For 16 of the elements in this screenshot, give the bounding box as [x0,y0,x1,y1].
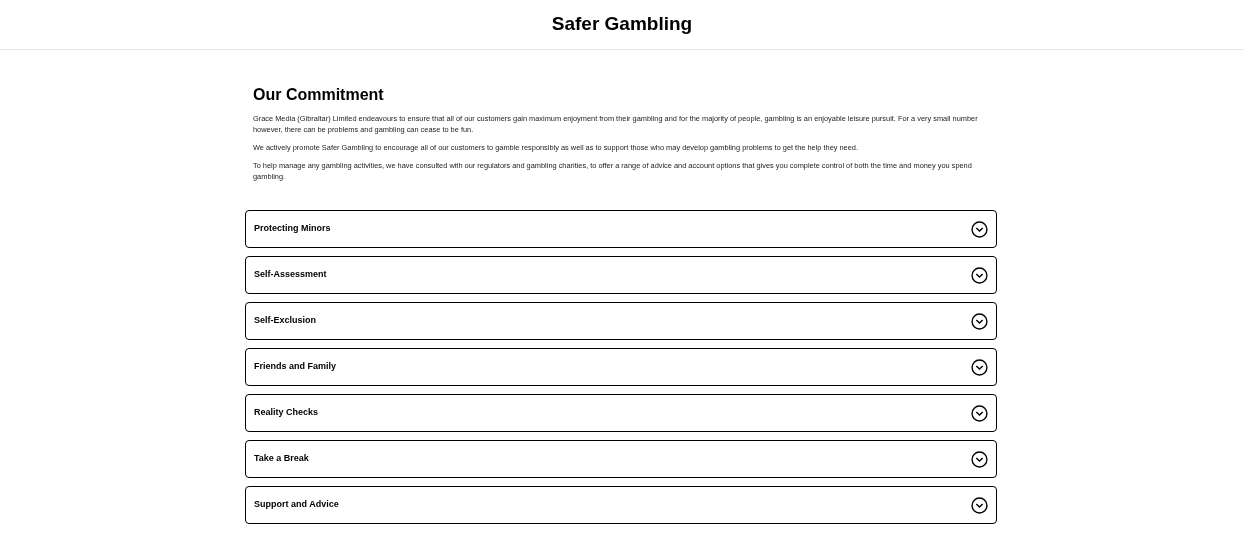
accordion-item[interactable]: Friends and Family [245,348,997,386]
chevron-icon [971,496,988,514]
chevron-icon [971,220,988,238]
accordion-item[interactable]: Reality Checks [245,394,997,432]
accordion-item[interactable]: Support and Advice [245,486,997,524]
chevron-icon [971,266,988,284]
section-heading: Our Commitment [253,85,385,105]
accordion-item[interactable]: Protecting Minors [245,210,997,248]
accordion-item[interactable]: Self-Exclusion [245,302,997,340]
chevron-icon [971,312,988,330]
chevron-icon [971,358,988,376]
accordion-item[interactable]: Self-Assessment [245,256,997,294]
chevron-icon [971,450,988,468]
page-title: Safer Gambling [551,12,693,37]
accordion-item[interactable]: Take a Break [245,440,997,478]
chevron-icon [971,404,988,422]
